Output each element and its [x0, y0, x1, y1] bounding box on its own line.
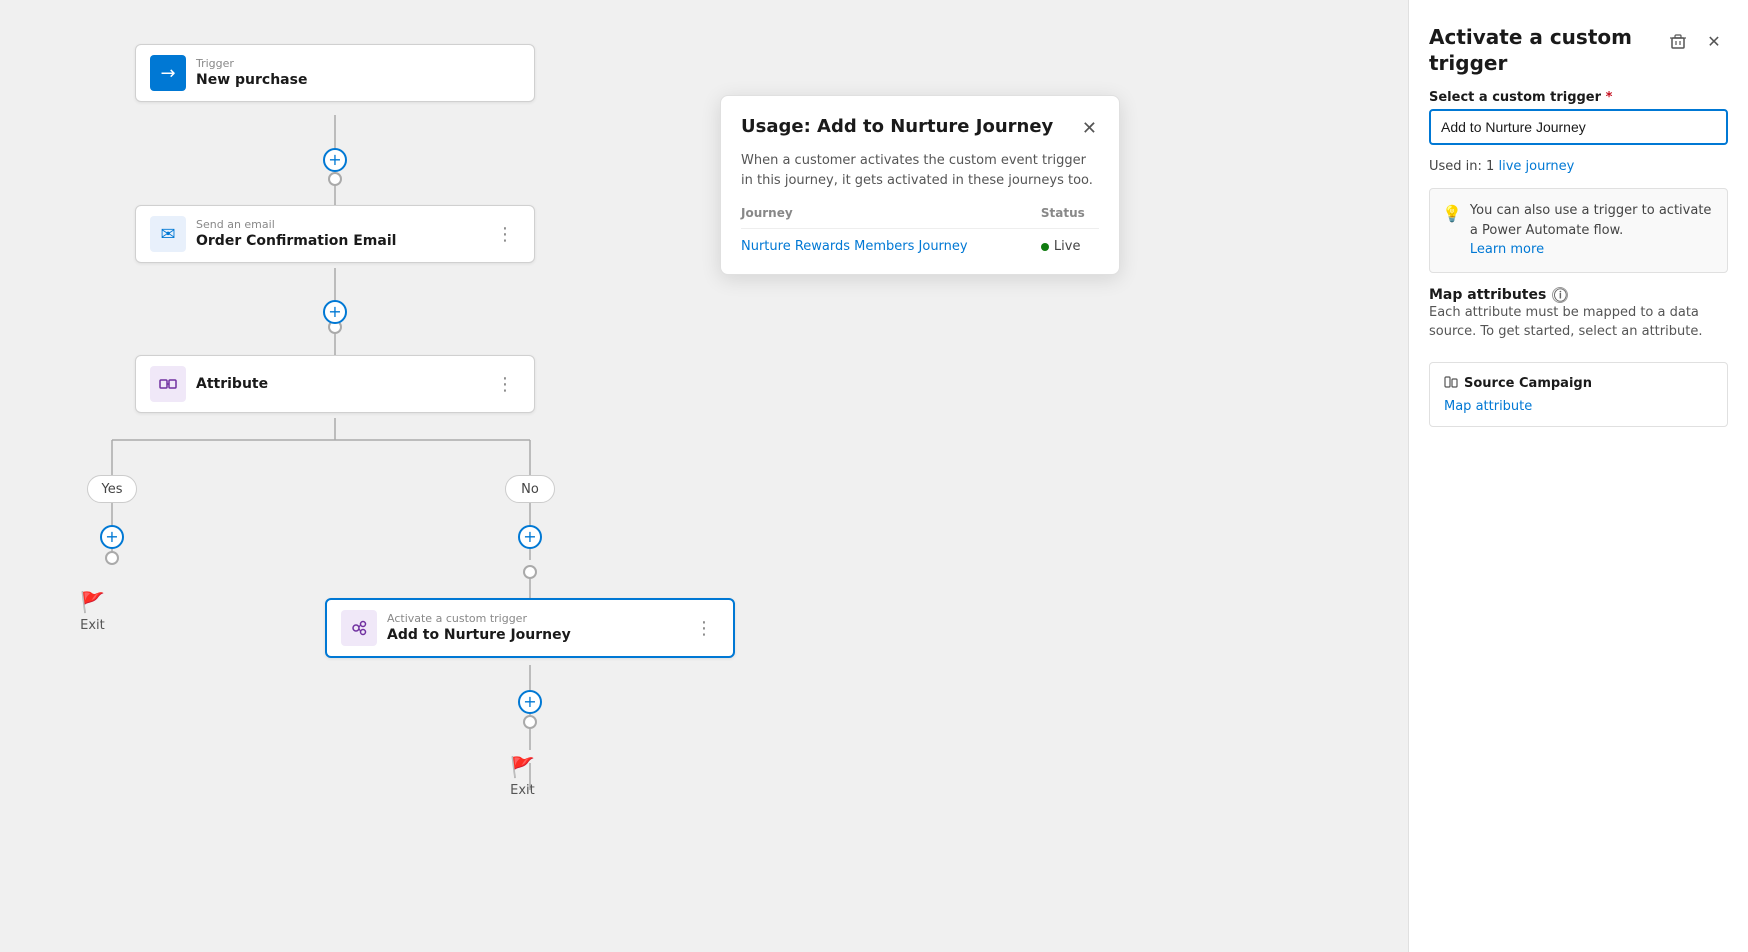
- connectors-svg: [0, 0, 1408, 952]
- info-circle-icon: ⓘ: [1552, 287, 1568, 303]
- custom-trigger-node[interactable]: Activate a custom trigger Add to Nurture…: [325, 598, 735, 658]
- source-campaign-icon: [1444, 375, 1458, 393]
- trigger-section-label: Select a custom trigger *: [1429, 90, 1728, 105]
- email-label-small: Send an email: [196, 218, 396, 231]
- popup-desc: When a customer activates the custom eve…: [741, 151, 1099, 190]
- panel-title: Activate a custom trigger: [1429, 24, 1664, 76]
- info-box: 💡 You can also use a trigger to activate…: [1429, 188, 1728, 273]
- map-attributes-section: Map attributes ⓘ Each attribute must be …: [1429, 287, 1728, 348]
- map-attr-desc: Each attribute must be mapped to a data …: [1429, 303, 1728, 342]
- usage-popup: Usage: Add to Nurture Journey ✕ When a c…: [720, 95, 1120, 275]
- used-in-section: Used in: 1 live journey: [1429, 159, 1728, 174]
- col-journey: Journey: [741, 206, 1041, 229]
- live-dot: [1041, 243, 1049, 251]
- attribute-card: Source Campaign Map attribute: [1429, 362, 1728, 427]
- close-btn[interactable]: ✕: [1700, 28, 1728, 56]
- add-btn-1[interactable]: +: [323, 148, 347, 172]
- yes-branch-label: Yes: [87, 475, 137, 503]
- right-panel: Activate a custom trigger ✕ Select a cus…: [1408, 0, 1748, 952]
- required-star: *: [1606, 90, 1613, 105]
- popup-header: Usage: Add to Nurture Journey ✕: [741, 116, 1099, 141]
- add-btn-custom[interactable]: +: [518, 690, 542, 714]
- exit-label-1: Exit: [80, 618, 105, 633]
- email-more-btn[interactable]: ⋮: [490, 222, 520, 247]
- popup-title: Usage: Add to Nurture Journey: [741, 116, 1053, 137]
- email-node-icon: ✉: [150, 216, 186, 252]
- panel-header-icons: ✕: [1664, 28, 1728, 56]
- status-text: Live: [1054, 239, 1081, 254]
- exit-node-1: 🚩 Exit: [80, 590, 105, 633]
- attr-node-icon: [150, 366, 186, 402]
- map-attr-header: Map attributes ⓘ: [1429, 287, 1728, 303]
- exit-flag-2: 🚩: [510, 755, 535, 779]
- trigger-input[interactable]: [1429, 109, 1728, 145]
- circle-yes: [105, 551, 119, 565]
- no-branch-label: No: [505, 475, 555, 503]
- trigger-label-main: New purchase: [196, 71, 307, 89]
- source-campaign-label: Source Campaign: [1464, 376, 1592, 391]
- popup-close-btn[interactable]: ✕: [1080, 116, 1099, 141]
- add-btn-yes[interactable]: +: [100, 525, 124, 549]
- circle-1: [328, 172, 342, 186]
- used-in-text: Used in:: [1429, 159, 1482, 174]
- popup-table: Journey Status Nurture Rewards Members J…: [741, 206, 1099, 254]
- learn-more-link[interactable]: Learn more: [1470, 240, 1715, 260]
- trigger-label-small: Trigger: [196, 57, 307, 70]
- live-journey-link[interactable]: live journey: [1498, 159, 1574, 174]
- delete-btn[interactable]: [1664, 28, 1692, 56]
- journey-name-cell[interactable]: Nurture Rewards Members Journey: [741, 229, 1041, 255]
- canvas-area: → Trigger New purchase + ✉ Send an email…: [0, 0, 1408, 952]
- info-text: You can also use a trigger to activate a…: [1470, 203, 1712, 238]
- map-attribute-link[interactable]: Map attribute: [1444, 399, 1713, 414]
- trigger-node-icon: →: [150, 55, 186, 91]
- attribute-name: Source Campaign: [1444, 375, 1713, 393]
- custom-trigger-more-btn[interactable]: ⋮: [689, 616, 719, 641]
- email-node[interactable]: ✉ Send an email Order Confirmation Email…: [135, 205, 535, 263]
- panel-header: Activate a custom trigger ✕: [1429, 24, 1728, 76]
- attr-label-main: Attribute: [196, 375, 268, 393]
- circle-no: [523, 565, 537, 579]
- custom-trigger-label-small: Activate a custom trigger: [387, 612, 571, 625]
- exit-label-2: Exit: [510, 783, 535, 798]
- used-in-count: 1: [1486, 159, 1494, 174]
- custom-trigger-icon: [341, 610, 377, 646]
- circle-custom: [523, 715, 537, 729]
- add-btn-2[interactable]: +: [323, 300, 347, 324]
- select-trigger-section: Select a custom trigger *: [1429, 90, 1728, 145]
- attribute-node[interactable]: Attribute ⋮: [135, 355, 535, 413]
- exit-flag-1: 🚩: [80, 590, 105, 614]
- col-status: Status: [1041, 206, 1099, 229]
- trigger-node[interactable]: → Trigger New purchase: [135, 44, 535, 102]
- trigger-label-text: Select a custom trigger: [1429, 90, 1601, 105]
- journey-status-cell: Live: [1041, 229, 1099, 255]
- custom-trigger-label-main: Add to Nurture Journey: [387, 626, 571, 644]
- info-icon: 💡: [1442, 202, 1462, 260]
- status-live: Live: [1041, 239, 1099, 254]
- exit-node-2: 🚩 Exit: [510, 755, 535, 798]
- map-attr-label: Map attributes: [1429, 287, 1546, 303]
- attr-more-btn[interactable]: ⋮: [490, 372, 520, 397]
- email-label-main: Order Confirmation Email: [196, 232, 396, 250]
- journey-name-link[interactable]: Nurture Rewards Members Journey: [741, 239, 968, 254]
- add-btn-no[interactable]: +: [518, 525, 542, 549]
